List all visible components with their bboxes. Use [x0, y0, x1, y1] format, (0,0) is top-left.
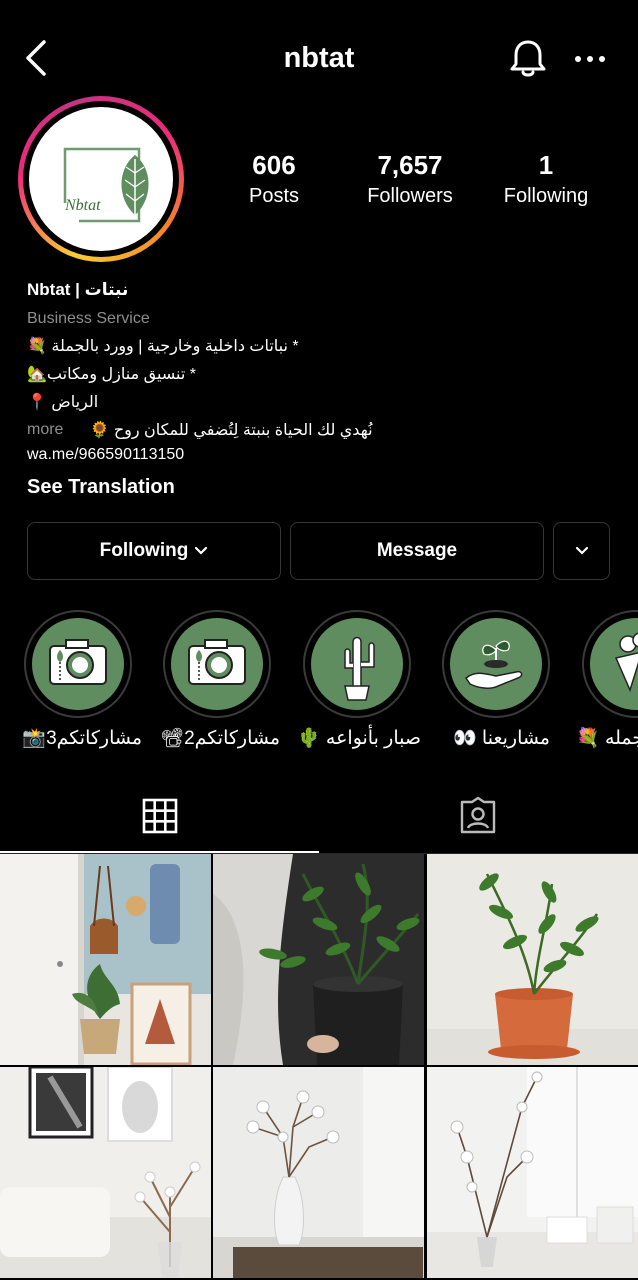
camera-icon	[188, 639, 246, 685]
posts-value: 606	[252, 150, 296, 180]
highlight-label: مشاركاتكم3📸	[22, 728, 142, 749]
followers-value: 7,657	[377, 150, 443, 180]
profile-tabs	[0, 780, 638, 854]
post-thumbnail[interactable]	[213, 1067, 424, 1278]
story-highlight[interactable]	[24, 610, 132, 718]
following-count[interactable]: 1 Following	[492, 150, 600, 208]
svg-text:Nbtat: Nbtat	[64, 197, 101, 214]
chevron-down-icon	[195, 546, 208, 555]
bio-line: * تنسيق منازل ومكاتب🏡	[27, 366, 197, 383]
post-thumbnail[interactable]	[427, 1067, 638, 1278]
post-thumbnail[interactable]	[427, 854, 638, 1065]
message-button[interactable]: Message	[290, 522, 544, 580]
bio-line: الرياض 📍	[27, 394, 99, 411]
bio-more-link[interactable]: more	[27, 421, 63, 439]
cactus-icon	[344, 636, 375, 701]
profile-bio: Nbtat | نبتات Business Service * نباتات …	[27, 280, 617, 499]
hand-plant-icon	[464, 640, 523, 689]
grid-icon[interactable]	[142, 798, 178, 834]
post-grid	[0, 854, 638, 1280]
bio-line: نُهدي لك الحياة بنبتة لِتُضفي للمكان روح…	[89, 422, 373, 439]
following-button-label: Following	[99, 540, 189, 561]
display-name: Nbtat | نبتات	[27, 280, 129, 299]
active-tab-indicator	[0, 851, 319, 853]
profile-avatar[interactable]: Nbtat	[18, 96, 184, 262]
highlight-label: مشاريعنا 👀	[452, 728, 550, 749]
camera-icon	[49, 639, 107, 685]
highlight-label: مشاركاتكم2📽	[159, 728, 280, 749]
story-highlight[interactable]	[442, 610, 550, 718]
notification-bell-icon[interactable]	[506, 36, 550, 80]
followers-label: Followers	[367, 185, 453, 207]
story-highlight[interactable]	[303, 610, 411, 718]
following-value: 1	[538, 150, 554, 180]
highlight-label: صبار بأنواعه 🌵	[296, 728, 421, 749]
bio-line: * نباتات داخلية وخارجية | وورد بالجملة 💐	[27, 338, 299, 355]
story-highlight[interactable]	[582, 610, 638, 718]
message-button-label: Message	[376, 540, 458, 561]
story-highlight[interactable]	[163, 610, 271, 718]
see-translation-link[interactable]: See Translation	[27, 476, 617, 499]
post-thumbnail[interactable]	[0, 854, 211, 1065]
chevron-down-icon	[575, 546, 588, 555]
following-label: Following	[503, 185, 589, 207]
business-category: Business Service	[27, 310, 150, 327]
post-thumbnail[interactable]	[213, 854, 424, 1065]
followers-count[interactable]: 7,657 Followers	[356, 150, 464, 208]
posts-label: Posts	[248, 185, 300, 207]
highlight-label: 💐 جمله	[576, 728, 638, 749]
whatsapp-link[interactable]: wa.me/966590113150	[27, 446, 617, 464]
tagged-photos-icon[interactable]	[458, 796, 498, 836]
nbtat-logo: Nbtat	[29, 107, 173, 251]
following-button[interactable]: Following	[27, 522, 281, 580]
more-options-icon[interactable]	[570, 44, 610, 74]
post-thumbnail[interactable]	[0, 1067, 211, 1278]
suggested-accounts-button[interactable]	[553, 522, 610, 580]
posts-count[interactable]: 606 Posts	[232, 150, 316, 208]
